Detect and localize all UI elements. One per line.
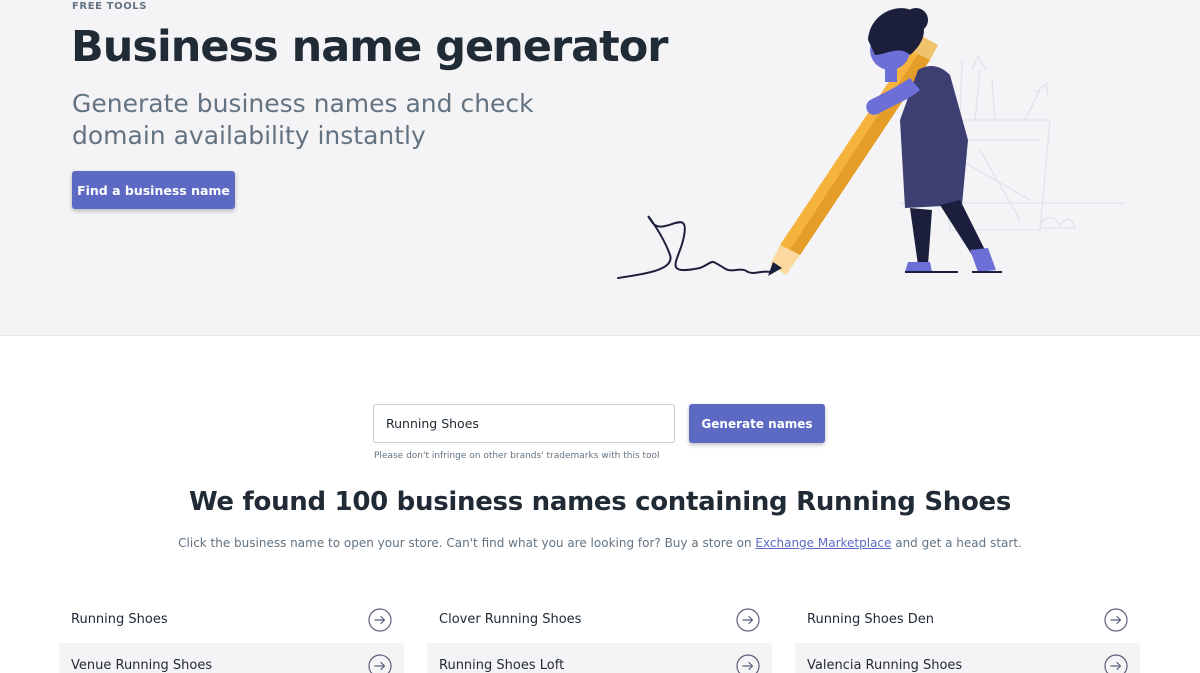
business-name-text: Running Shoes Den: [807, 612, 934, 627]
generate-names-button[interactable]: Generate names: [689, 404, 825, 443]
business-name-card[interactable]: Clover Running Shoes: [427, 597, 772, 642]
business-name-list: Running Shoes Clover Running Shoes Runni…: [59, 597, 1140, 673]
business-keyword-input[interactable]: [373, 404, 675, 443]
person-with-pencil-illustration: [617, 8, 1125, 279]
business-name-text: Clover Running Shoes: [439, 612, 582, 627]
business-name-card[interactable]: Venue Running Shoes: [59, 643, 404, 673]
business-name-text: Venue Running Shoes: [71, 658, 213, 673]
page-title: Business name generator: [71, 22, 668, 72]
business-name-card[interactable]: Running Shoes: [59, 597, 404, 642]
business-name-card[interactable]: Valencia Running Shoes: [795, 643, 1140, 673]
results-description-tail: and get a head start.: [891, 536, 1022, 550]
find-business-name-button[interactable]: Find a business name: [72, 171, 235, 209]
results-title: We found 100 business names containing R…: [188, 487, 1012, 517]
business-name-text: Valencia Running Shoes: [807, 658, 963, 673]
arrow-right-circle-icon: [368, 653, 392, 673]
business-name-text: Running Shoes Loft: [439, 658, 565, 673]
business-name-card[interactable]: Running Shoes Den: [795, 597, 1140, 642]
results-description: Click the business name to open your sto…: [0, 536, 1200, 550]
trademark-hint: Please don't infringe on other brands' t…: [374, 451, 660, 461]
arrow-right-circle-icon: [736, 607, 760, 632]
hero-section: FREE TOOLS Business name generator Gener…: [0, 0, 1200, 336]
arrow-right-circle-icon: [1104, 607, 1128, 632]
arrow-right-circle-icon: [1104, 653, 1128, 673]
arrow-right-circle-icon: [368, 607, 392, 632]
exchange-marketplace-link[interactable]: Exchange Marketplace: [755, 536, 891, 550]
business-name-card[interactable]: Running Shoes Loft: [427, 643, 772, 673]
page-subtitle: Generate business names and check domain…: [72, 89, 534, 150]
results-description-text: Click the business name to open your sto…: [178, 536, 756, 550]
arrow-right-circle-icon: [736, 653, 760, 673]
business-name-text: Running Shoes: [71, 612, 168, 627]
eyebrow-label: FREE TOOLS: [72, 1, 148, 12]
